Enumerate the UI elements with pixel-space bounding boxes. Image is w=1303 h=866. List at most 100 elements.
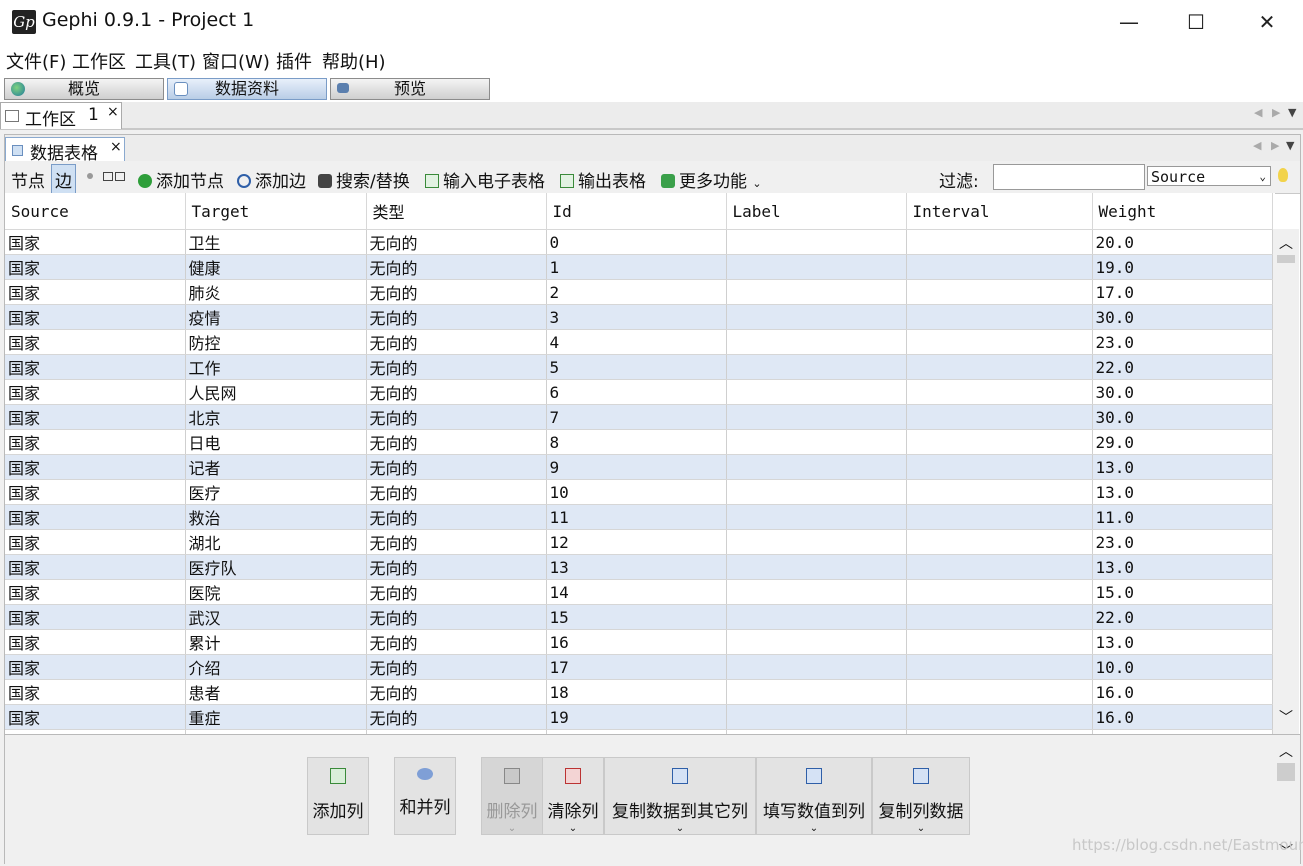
table-cell[interactable]: 13.0 <box>1092 554 1273 580</box>
table-row[interactable]: 国家 救治 无向的 11 11.0 <box>5 504 1273 530</box>
table-cell[interactable]: 13 <box>546 554 727 580</box>
table-cell[interactable]: 13.0 <box>1092 629 1273 655</box>
table-cell[interactable]: 23.0 <box>1092 529 1273 555</box>
scroll-right-icon[interactable]: ▶ <box>1272 106 1280 119</box>
scroll-up-icon[interactable]: ︿ <box>1279 741 1293 761</box>
table-cell[interactable]: 国家 <box>5 654 186 680</box>
table-row[interactable]: 国家 防控 无向的 4 23.0 <box>5 329 1273 355</box>
menu-window[interactable]: 窗口(W) <box>202 48 270 74</box>
table-cell[interactable] <box>906 554 1093 580</box>
table-cell[interactable] <box>726 654 907 680</box>
table-cell[interactable] <box>726 604 907 630</box>
table-cell[interactable]: 无向的 <box>366 704 547 730</box>
table-cell[interactable] <box>726 629 907 655</box>
table-cell[interactable] <box>726 479 907 505</box>
table-cell[interactable]: 13.0 <box>1092 454 1273 480</box>
table-cell[interactable] <box>906 479 1093 505</box>
scroll-up-icon[interactable]: ︿ <box>1279 233 1293 253</box>
table-row[interactable]: 国家 重症 无向的 19 16.0 <box>5 704 1273 730</box>
table-cell[interactable]: 患者 <box>185 679 367 705</box>
add-edge-button[interactable]: 添加边 <box>237 167 306 192</box>
duplicate-column-button[interactable]: 复制列数据 ⌄ <box>872 757 970 835</box>
table-cell[interactable]: 10.0 <box>1092 654 1273 680</box>
table-cell[interactable] <box>726 529 907 555</box>
table-cell[interactable]: 国家 <box>5 479 186 505</box>
add-node-button[interactable]: 添加节点 <box>138 167 224 192</box>
table-cell[interactable]: 人民网 <box>185 379 367 405</box>
table-cell[interactable] <box>906 379 1093 405</box>
table-cell[interactable] <box>726 679 907 705</box>
table-cell[interactable]: 防控 <box>185 329 367 355</box>
scroll-left-icon[interactable]: ◀ <box>1254 106 1262 119</box>
table-row[interactable]: 国家 记者 无向的 9 13.0 <box>5 454 1273 480</box>
table-row[interactable]: 国家 介绍 无向的 17 10.0 <box>5 654 1273 680</box>
table-cell[interactable]: 肺炎 <box>185 279 367 305</box>
table-cell[interactable]: 健康 <box>185 254 367 280</box>
maximize-button[interactable]: ☐ <box>1173 0 1219 44</box>
table-cell[interactable]: 救治 <box>185 504 367 530</box>
nodes-toggle[interactable]: 节点 <box>11 167 45 192</box>
table-cell[interactable]: 国家 <box>5 229 186 255</box>
more-actions-button[interactable]: 更多功能 ⌄ <box>661 167 762 192</box>
table-cell[interactable]: 国家 <box>5 604 186 630</box>
table-cell[interactable]: 国家 <box>5 579 186 605</box>
table-row[interactable]: 国家 武汉 无向的 15 22.0 <box>5 604 1273 630</box>
column-header[interactable]: 类型 <box>366 193 547 230</box>
table-cell[interactable] <box>906 654 1093 680</box>
table-row[interactable]: 国家 医院 无向的 14 15.0 <box>5 579 1273 605</box>
table-cell[interactable]: 记者 <box>185 454 367 480</box>
table-cell[interactable] <box>726 504 907 530</box>
table-cell[interactable]: 无向的 <box>366 579 547 605</box>
fill-column-with-value-button[interactable]: 填写数值到列 ⌄ <box>756 757 872 835</box>
table-cell[interactable]: 23.0 <box>1092 329 1273 355</box>
table-cell[interactable]: 22.0 <box>1092 354 1273 380</box>
table-cell[interactable]: 30.0 <box>1092 379 1273 405</box>
table-cell[interactable] <box>726 554 907 580</box>
table-cell[interactable] <box>906 604 1093 630</box>
table-row[interactable]: 国家 日电 无向的 8 29.0 <box>5 429 1273 455</box>
table-cell[interactable]: 11.0 <box>1092 504 1273 530</box>
add-column-button[interactable]: 添加列 <box>307 757 369 835</box>
table-cell[interactable] <box>726 229 907 255</box>
table-cell[interactable]: 29.0 <box>1092 429 1273 455</box>
table-cell[interactable]: 19.0 <box>1092 254 1273 280</box>
panel-scroll-left-icon[interactable]: ◀ <box>1253 139 1261 152</box>
table-cell[interactable]: 2 <box>546 279 727 305</box>
table-cell[interactable]: 医疗 <box>185 479 367 505</box>
table-cell[interactable]: 疫情 <box>185 304 367 330</box>
table-row[interactable]: 国家 医疗 无向的 10 13.0 <box>5 479 1273 505</box>
table-row[interactable]: 国家 湖北 无向的 12 23.0 <box>5 529 1273 555</box>
tab-list-dropdown-icon[interactable]: ▼ <box>1288 106 1296 119</box>
table-cell[interactable] <box>906 279 1093 305</box>
table-cell[interactable]: 12 <box>546 529 727 555</box>
table-cell[interactable]: 国家 <box>5 304 186 330</box>
table-row[interactable]: 国家 医疗队 无向的 13 13.0 <box>5 554 1273 580</box>
table-cell[interactable]: 16.0 <box>1092 704 1273 730</box>
table-cell[interactable]: 30.0 <box>1092 404 1273 430</box>
dot-icon[interactable] <box>87 173 93 179</box>
table-cell[interactable]: 国家 <box>5 629 186 655</box>
table-cell[interactable] <box>726 329 907 355</box>
table-cell[interactable]: 国家 <box>5 254 186 280</box>
table-cell[interactable] <box>726 254 907 280</box>
table-cell[interactable]: 无向的 <box>366 429 547 455</box>
table-cell[interactable] <box>906 404 1093 430</box>
table-cell[interactable]: 日电 <box>185 429 367 455</box>
data-table-tab[interactable]: 数据表格 × <box>5 137 125 164</box>
table-cell[interactable]: 7 <box>546 404 727 430</box>
table-cell[interactable] <box>906 579 1093 605</box>
table-cell[interactable] <box>906 254 1093 280</box>
table-cell[interactable]: 0 <box>546 229 727 255</box>
table-cell[interactable]: 国家 <box>5 504 186 530</box>
table-row[interactable]: 国家 肺炎 无向的 2 17.0 <box>5 279 1273 305</box>
table-row[interactable]: 国家 工作 无向的 5 22.0 <box>5 354 1273 380</box>
table-cell[interactable] <box>726 704 907 730</box>
table-cell[interactable]: 国家 <box>5 679 186 705</box>
table-row[interactable]: 国家 人民网 无向的 6 30.0 <box>5 379 1273 405</box>
table-cell[interactable]: 17 <box>546 654 727 680</box>
table-cell[interactable]: 卫生 <box>185 229 367 255</box>
table-cell[interactable]: 15 <box>546 604 727 630</box>
table-cell[interactable]: 累计 <box>185 629 367 655</box>
column-header[interactable]: Source <box>5 193 186 230</box>
close-button[interactable]: ✕ <box>1244 0 1290 44</box>
